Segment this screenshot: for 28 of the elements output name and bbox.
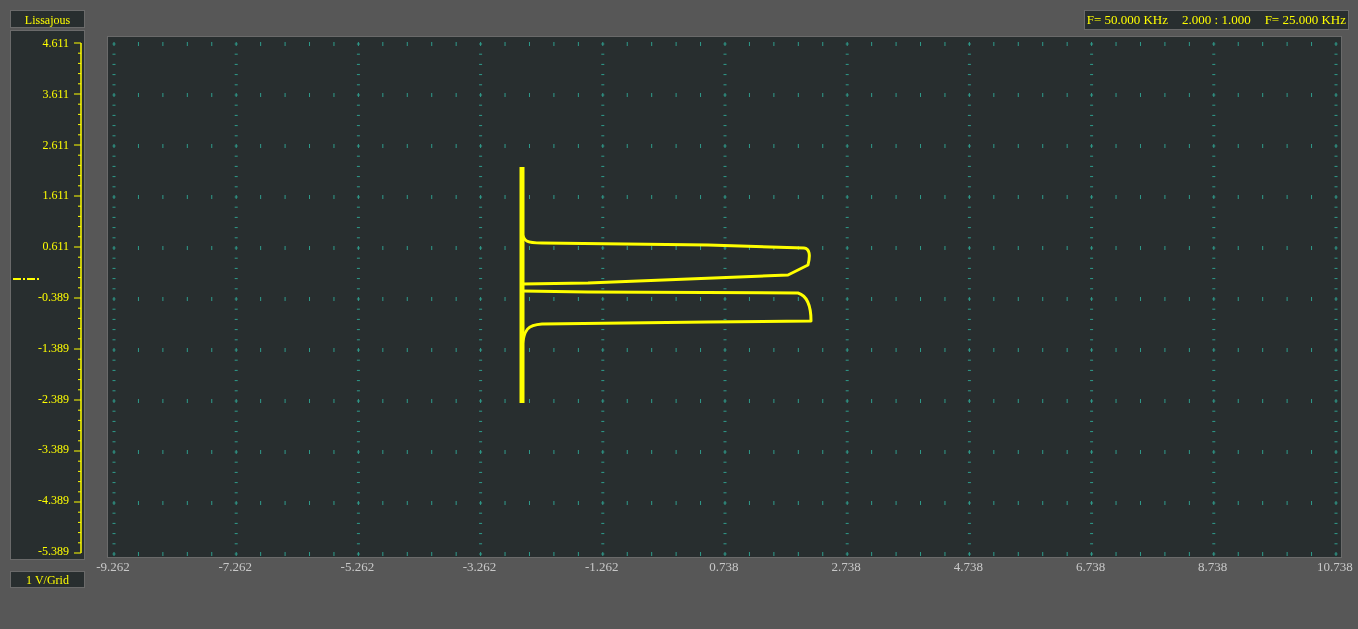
scale-label: 1 V/Grid xyxy=(10,571,85,588)
y-axis-label: -4.389 xyxy=(37,492,70,509)
x-axis-label: -7.262 xyxy=(217,559,253,575)
y-axis-label: 3.611 xyxy=(41,85,70,102)
readout-text: 2.000 : 1.000 xyxy=(1182,12,1251,28)
x-axis-label: 2.738 xyxy=(830,559,862,575)
x-axis-label: -1.262 xyxy=(583,559,620,575)
x-axis-label: 8.738 xyxy=(1197,559,1229,575)
y-axis-label: -3.389 xyxy=(37,441,70,458)
y-axis-label: 4.611 xyxy=(41,35,70,51)
readout-text: F= 25.000 KHz xyxy=(1264,12,1346,28)
x-axis-label: 10.738 xyxy=(1316,559,1354,575)
readout-text: F= 50.000 KHz xyxy=(1086,12,1168,28)
y-axis-label: -1.389 xyxy=(37,339,70,356)
x-axis-label: 0.738 xyxy=(708,559,740,575)
y-axis-label: 2.611 xyxy=(41,136,70,153)
panel-title: Lissajous xyxy=(10,10,85,28)
y-axis-label: -0.389 xyxy=(37,289,70,305)
x-axis-label: 6.738 xyxy=(1074,559,1107,575)
y-axis-label: 1.611 xyxy=(41,187,70,204)
x-axis-label: -9.262 xyxy=(95,559,131,575)
trigger-level-marker xyxy=(13,278,39,280)
y-axis-label: -2.389 xyxy=(37,390,70,407)
x-axis-label: -3.262 xyxy=(461,559,498,575)
x-axis-label: -5.262 xyxy=(339,559,376,575)
y-axis-label: -5.389 xyxy=(37,542,70,559)
x-axis-label: 4.738 xyxy=(952,559,984,575)
y-axis-label: 0.611 xyxy=(41,238,70,255)
